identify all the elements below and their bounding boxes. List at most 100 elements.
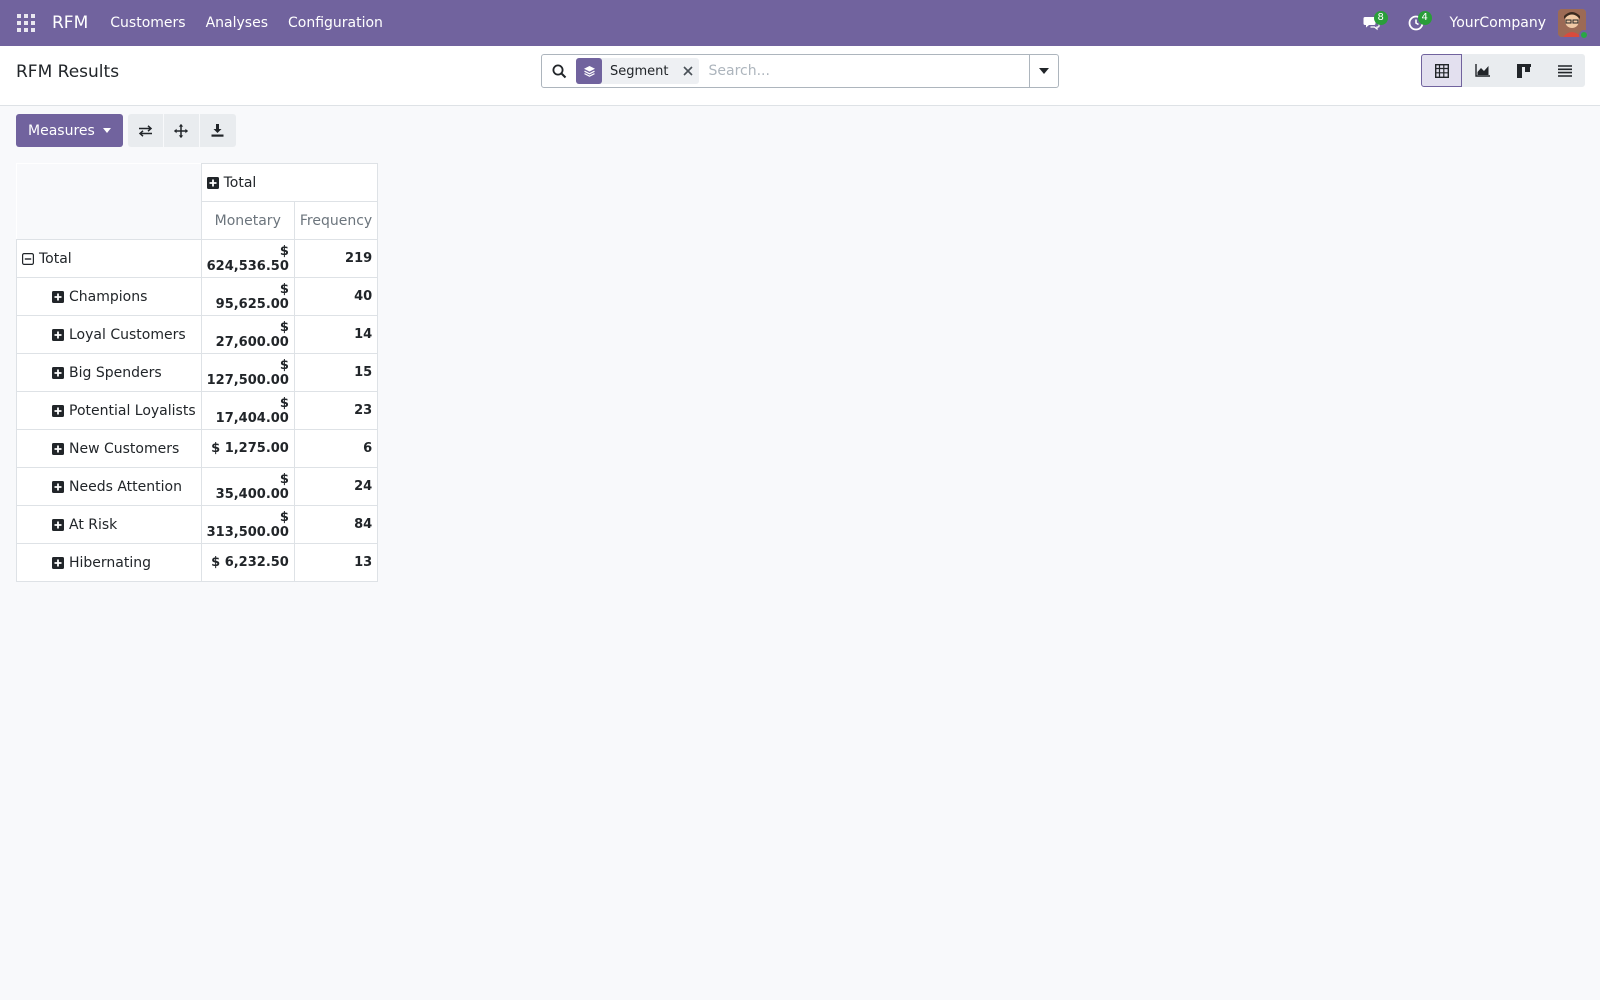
expand-plus-icon [52,518,64,531]
row-header-label: Hibernating [69,554,152,571]
measure-header-frequency[interactable]: Frequency [293,201,379,240]
pivot-row: Hibernating $ 6,232.50 13 [16,543,379,582]
cell-monetary[interactable]: $ 35,400.00 [200,467,295,506]
cell-monetary[interactable]: $ 27,600.00 [200,315,295,354]
cell-monetary[interactable]: $ 624,536.50 [200,239,295,278]
expand-plus-icon [52,328,64,341]
pivot-corner [16,163,202,240]
facet-label: Segment [610,63,669,79]
cell-monetary[interactable]: $ 1,275.00 [200,429,295,468]
apps-grid-icon [17,14,35,32]
row-header-label: Potential Loyalists [69,402,196,419]
facet-groupby-badge [576,58,602,84]
pivot-column-header-total[interactable]: Total [200,163,379,202]
caret-down-icon [1039,68,1049,74]
pivot-toolbar: Measures [16,114,236,147]
control-panel: RFM Results Segment [0,46,1600,106]
facet-remove-button[interactable] [677,58,699,84]
collapse-minus-icon [22,252,34,265]
cell-monetary[interactable]: $ 17,404.00 [200,391,295,430]
row-header-label: New Customers [69,440,180,457]
messages-count-badge: 8 [1373,11,1388,25]
pivot-row: Champions $ 95,625.00 40 [16,277,379,316]
cell-monetary[interactable]: $ 6,232.50 [200,543,295,582]
search-icon [552,64,566,78]
row-header-big-spenders[interactable]: Big Spenders [16,353,202,392]
search-button[interactable] [542,64,576,79]
online-status-dot [1579,30,1589,40]
search-input[interactable] [704,56,1029,86]
menu-customers[interactable]: Customers [100,15,195,31]
pivot-actions [127,114,236,147]
cell-monetary[interactable]: $ 127,500.00 [200,353,295,392]
pivot-row: New Customers $ 1,275.00 6 [16,429,379,468]
view-switcher [1421,54,1585,87]
row-header-loyal-customers[interactable]: Loyal Customers [16,315,202,354]
pivot-table-icon [1434,63,1449,78]
activities-button[interactable]: 4 [1394,0,1438,46]
row-header-total[interactable]: Total [16,239,202,278]
row-header-at-risk[interactable]: At Risk [16,505,202,544]
row-header-label: At Risk [69,516,118,533]
flip-axis-button[interactable] [127,114,164,147]
expand-plus-icon [52,366,64,379]
company-switcher[interactable]: YourCompany [1438,15,1559,31]
flip-axis-icon [138,124,152,137]
cell-frequency[interactable]: 219 [293,239,379,278]
list-icon [1557,64,1572,77]
search-facet-segment: Segment [576,58,699,84]
download-icon [211,124,224,137]
view-kanban-button[interactable] [1503,54,1544,87]
apps-menu-button[interactable] [0,0,52,46]
cell-frequency[interactable]: 23 [293,391,379,430]
row-header-label: Big Spenders [69,364,162,381]
row-header-hibernating[interactable]: Hibernating [16,543,202,582]
cell-frequency[interactable]: 6 [293,429,379,468]
row-header-new-customers[interactable]: New Customers [16,429,202,468]
column-header-label: Total [223,174,257,191]
row-header-potential-loyalists[interactable]: Potential Loyalists [16,391,202,430]
layers-icon [583,65,595,77]
row-header-label: Loyal Customers [69,326,186,343]
cell-monetary[interactable]: $ 313,500.00 [200,505,295,544]
expand-plus-icon [52,556,64,569]
cell-monetary[interactable]: $ 95,625.00 [200,277,295,316]
row-header-needs-attention[interactable]: Needs Attention [16,467,202,506]
user-avatar[interactable] [1558,9,1589,40]
row-header-champions[interactable]: Champions [16,277,202,316]
pivot-table: Total Monetary Frequency Total $ 624,536… [16,163,379,582]
expand-plus-icon [52,290,64,303]
expand-plus-icon [52,404,64,417]
download-xlsx-button[interactable] [199,114,236,147]
cell-frequency[interactable]: 40 [293,277,379,316]
view-graph-button[interactable] [1462,54,1503,87]
caret-down-icon [102,128,111,133]
menu-configuration[interactable]: Configuration [278,15,393,31]
row-header-label: Needs Attention [69,478,182,495]
measures-dropdown-button[interactable]: Measures [16,114,123,147]
page-title: RFM Results [16,62,120,82]
cell-frequency[interactable]: 13 [293,543,379,582]
menu-analyses[interactable]: Analyses [196,15,278,31]
measure-header-monetary[interactable]: Monetary [200,201,295,240]
cell-frequency[interactable]: 14 [293,315,379,354]
pivot-total-row: Total $ 624,536.50 219 [16,239,379,278]
cell-frequency[interactable]: 24 [293,467,379,506]
search-options-toggle[interactable] [1029,55,1058,87]
top-navbar: RFM Customers Analyses Configuration 8 4… [0,0,1600,46]
cell-frequency[interactable]: 15 [293,353,379,392]
expand-plus-icon [206,176,219,189]
messages-button[interactable]: 8 [1350,0,1394,46]
row-header-label: Total [39,250,72,267]
app-brand[interactable]: RFM [52,13,88,33]
expand-all-icon [174,123,189,138]
cell-frequency[interactable]: 84 [293,505,379,544]
expand-all-button[interactable] [163,114,200,147]
close-icon [682,66,693,76]
view-list-button[interactable] [1544,54,1585,87]
search-bar: Segment [541,54,1059,88]
measures-label: Measures [28,122,95,139]
view-pivot-button[interactable] [1421,54,1462,87]
pivot-row: Loyal Customers $ 27,600.00 14 [16,315,379,354]
graph-icon [1474,64,1490,77]
